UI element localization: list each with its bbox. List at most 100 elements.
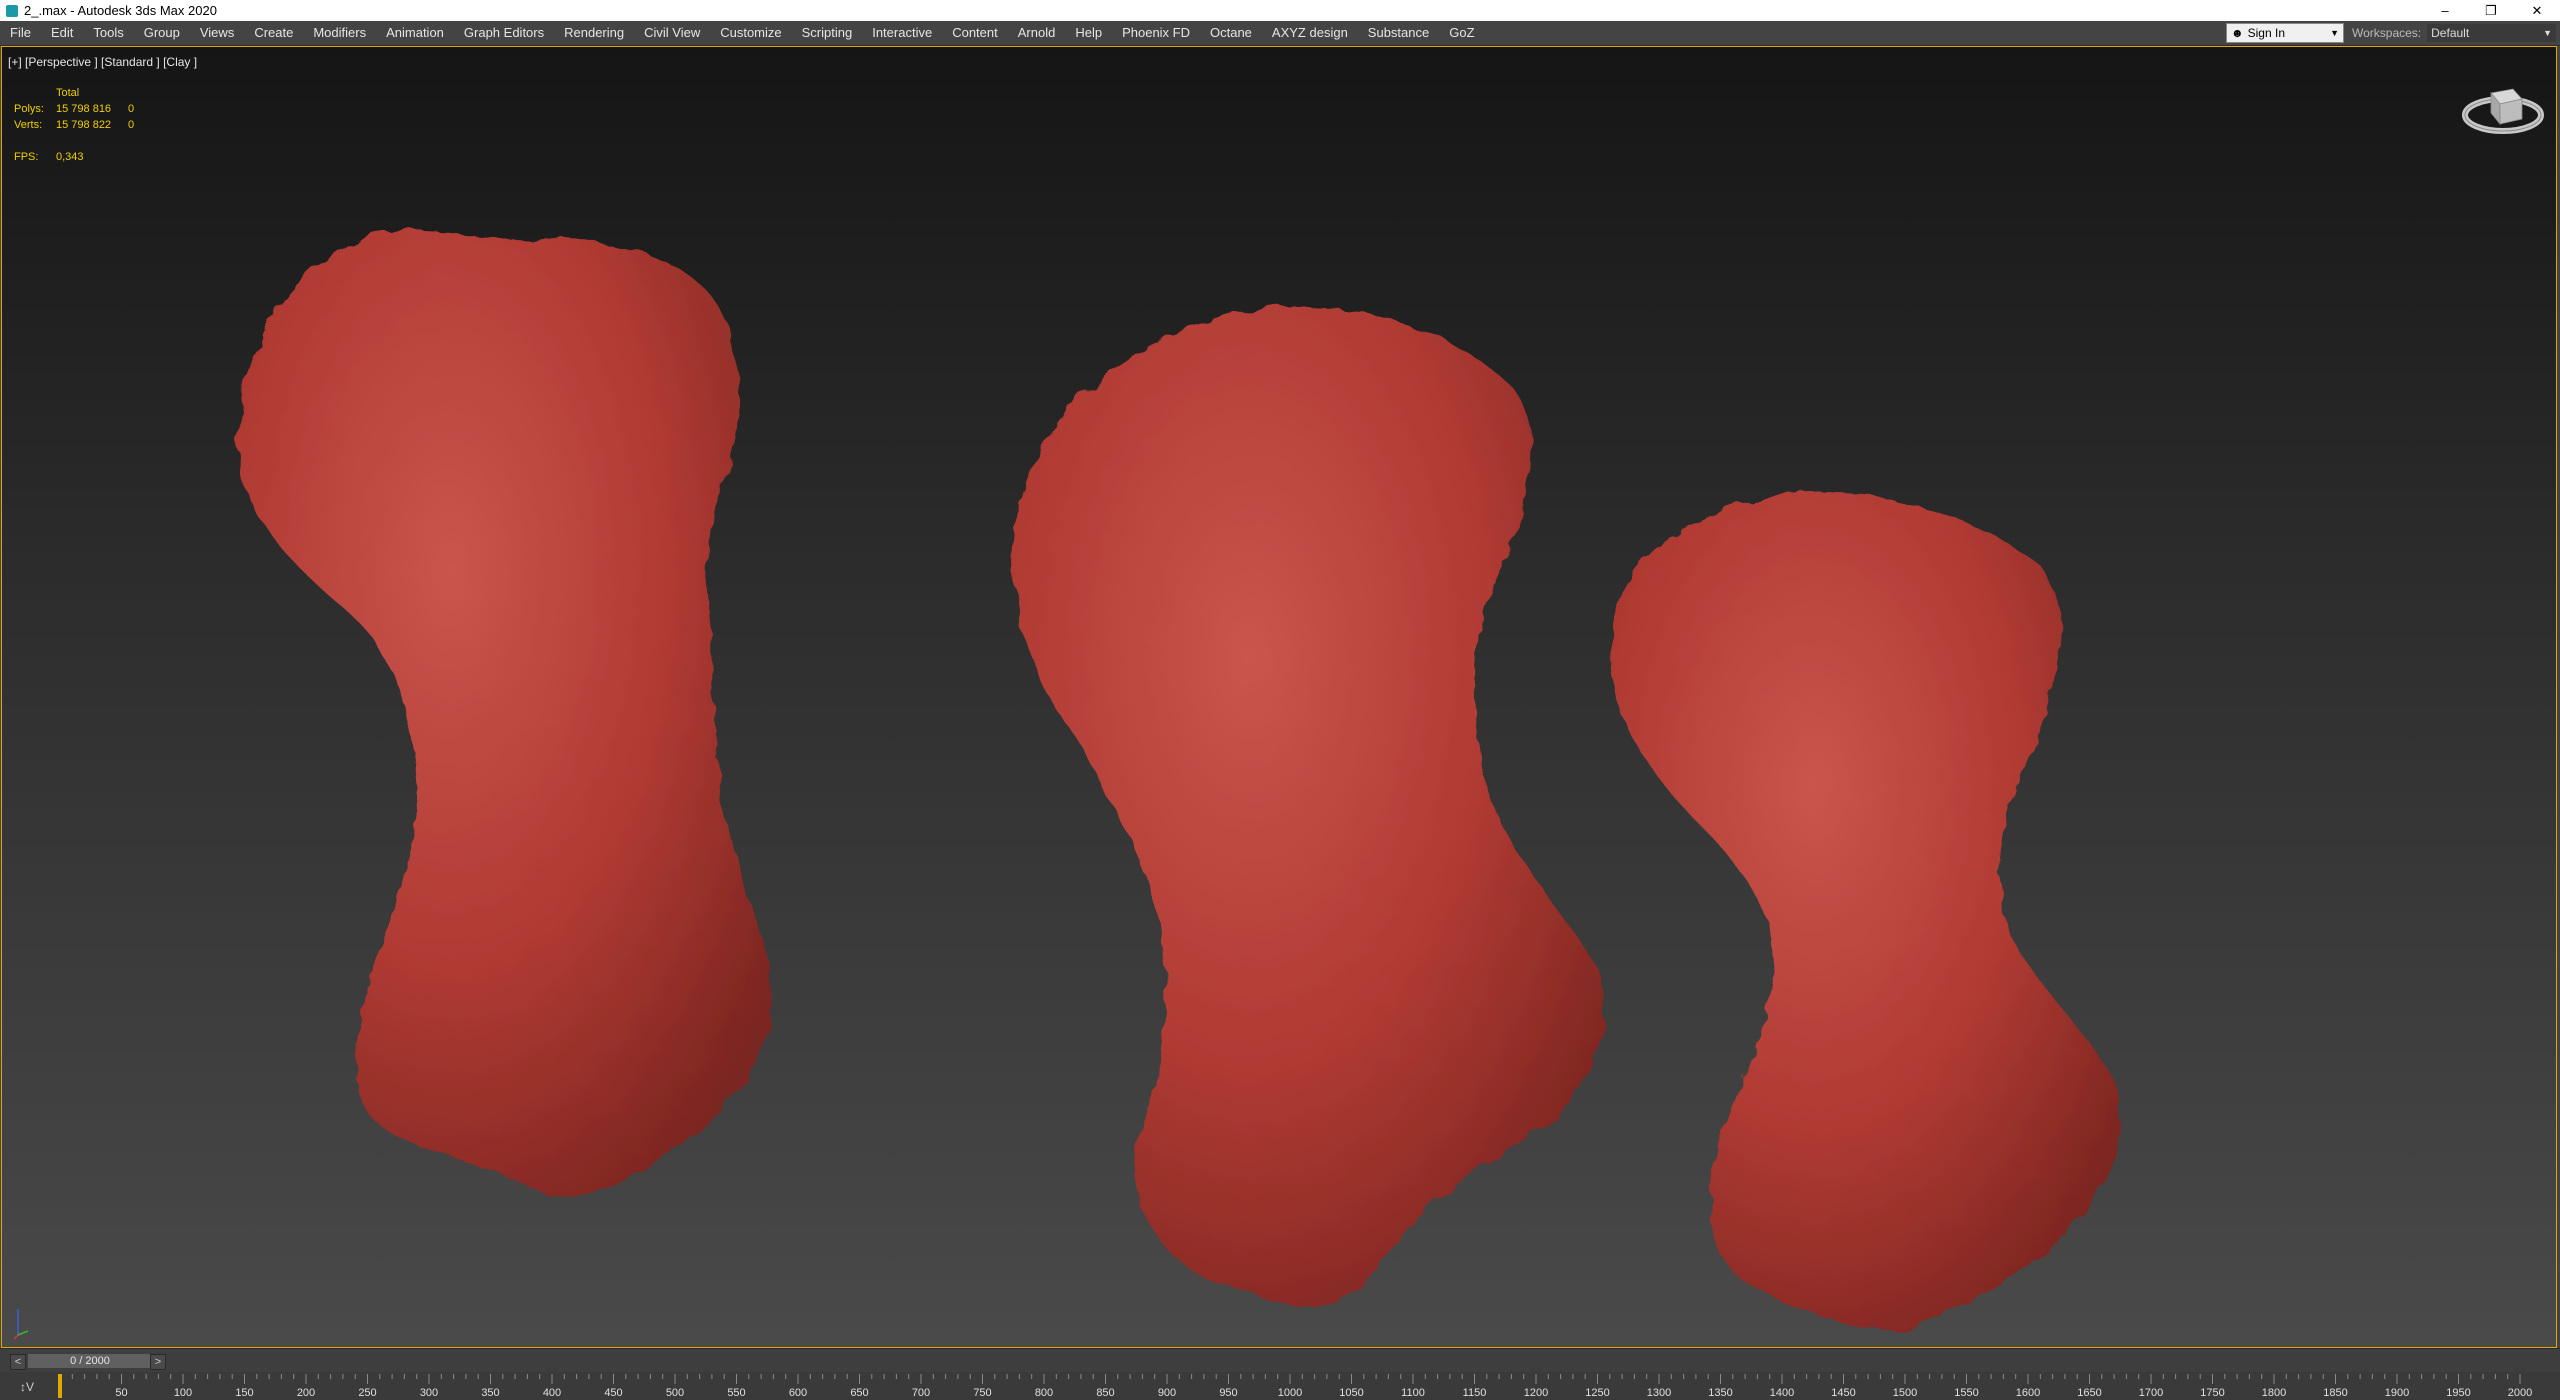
ruler-tick-label: 1700: [2139, 1387, 2163, 1399]
ruler-tick-label: 950: [1219, 1387, 1237, 1399]
viewport-label[interactable]: [+] [Perspective ] [Standard ] [Clay ]: [8, 55, 197, 69]
ruler-tick-label: 650: [850, 1387, 868, 1399]
menu-octane[interactable]: Octane: [1200, 21, 1262, 45]
app-logo-icon: [6, 4, 18, 17]
time-slider[interactable]: < 0 / 2000 >: [0, 1348, 2560, 1373]
workspaces-selector: Workspaces: Default ▼: [2352, 23, 2556, 43]
viewcube-icon[interactable]: [2460, 79, 2546, 139]
ruler-tick-label: 850: [1096, 1387, 1114, 1399]
ruler-tick-label: 1450: [1831, 1387, 1855, 1399]
ruler-tick-label: 1900: [2385, 1387, 2409, 1399]
verts-label: Verts:: [14, 119, 43, 131]
ruler-tick-label: 50: [115, 1387, 127, 1399]
polys-total: 15 798 816: [56, 103, 112, 115]
polys-label: Polys:: [14, 103, 44, 115]
menu-rendering[interactable]: Rendering: [554, 21, 634, 45]
menu-create[interactable]: Create: [244, 21, 303, 45]
ruler-tick-label: 1250: [1585, 1387, 1609, 1399]
polys-selected: 0: [128, 103, 135, 115]
menu-modifiers[interactable]: Modifiers: [303, 21, 376, 45]
fps-label: FPS:: [14, 151, 39, 163]
ruler-tick-label: 1200: [1524, 1387, 1548, 1399]
restore-button[interactable]: ❐: [2468, 0, 2514, 21]
minimize-button[interactable]: –: [2422, 0, 2468, 21]
menu-customize[interactable]: Customize: [710, 21, 791, 45]
ruler-tick-label: 1950: [2446, 1387, 2470, 1399]
ruler-tick-label: 800: [1035, 1387, 1053, 1399]
workspaces-dropdown[interactable]: Default ▼: [2427, 24, 2556, 42]
menu-phoenix-fd[interactable]: Phoenix FD: [1112, 21, 1200, 45]
perspective-viewport[interactable]: [+] [Perspective ] [Standard ] [Clay ] T…: [1, 46, 2557, 1348]
menu-content[interactable]: Content: [942, 21, 1008, 45]
chevron-down-icon: ▼: [2330, 28, 2339, 38]
ruler-tick-label: 1750: [2200, 1387, 2224, 1399]
ruler-tick-label: 1850: [2323, 1387, 2347, 1399]
time-slider-thumb[interactable]: 0 / 2000: [28, 1354, 152, 1368]
ruler-tick-label: 500: [666, 1387, 684, 1399]
menu-civil-view[interactable]: Civil View: [634, 21, 710, 45]
verts-selected: 0: [128, 119, 135, 131]
sign-in-dropdown[interactable]: ☻ Sign In ▼: [2226, 23, 2344, 43]
ruler-tick-label: 1050: [1339, 1387, 1363, 1399]
menu-substance[interactable]: Substance: [1358, 21, 1439, 45]
ruler-tick-label: 750: [973, 1387, 991, 1399]
scene-objects: [236, 230, 2120, 1330]
ruler-tick-label: 1350: [1708, 1387, 1732, 1399]
ruler-tick-label: 250: [358, 1387, 376, 1399]
menu-goz[interactable]: GoZ: [1439, 21, 1484, 45]
track-bar[interactable]: ↕V 50 100 150 200 250 300 350 400 450 500 550 600 65…: [0, 1372, 2560, 1400]
ruler-tick-label: 1650: [2077, 1387, 2101, 1399]
menu-tools[interactable]: Tools: [83, 21, 133, 45]
axis-tripod-icon: [13, 1309, 29, 1340]
ruler-tick-label: 1600: [2016, 1387, 2040, 1399]
window-title: 2_.max - Autodesk 3ds Max 2020: [24, 3, 217, 18]
frame-ruler: 50 100 150 200 250 300 350 400 450 500 550 600 650 70…: [58, 1374, 2532, 1399]
ruler-tick-label: 1100: [1401, 1387, 1425, 1399]
window-controls: – ❐ ✕: [2422, 0, 2560, 21]
rock-mesh-middle[interactable]: [1013, 306, 1604, 1307]
menu-interactive[interactable]: Interactive: [862, 21, 942, 45]
ruler-tick-label: 300: [420, 1387, 438, 1399]
menu-arnold[interactable]: Arnold: [1008, 21, 1066, 45]
menu-views[interactable]: Views: [190, 21, 244, 45]
ruler-tick-label: 700: [912, 1387, 930, 1399]
user-icon: ☻: [2231, 26, 2244, 40]
ruler-tick-label: 400: [543, 1387, 561, 1399]
ruler-tick-label: 1550: [1954, 1387, 1978, 1399]
verts-total: 15 798 822: [56, 119, 112, 131]
ruler-tick-label: 1300: [1647, 1387, 1671, 1399]
menu-scripting[interactable]: Scripting: [792, 21, 863, 45]
chevron-down-icon: ▼: [2543, 28, 2552, 38]
menu-edit[interactable]: Edit: [41, 21, 83, 45]
ruler-tick-label: 350: [481, 1387, 499, 1399]
menu-file[interactable]: File: [0, 21, 41, 45]
ruler-tick-label: 550: [727, 1387, 745, 1399]
ruler-tick-label: 1000: [1278, 1387, 1302, 1399]
ruler-tick-label: 1400: [1770, 1387, 1794, 1399]
menu-help[interactable]: Help: [1065, 21, 1112, 45]
ruler-tick-label: 450: [604, 1387, 622, 1399]
next-frame-button[interactable]: >: [150, 1354, 166, 1370]
stats-overlay: Total Polys: 15 798 816 0 Verts: 15 798 …: [14, 85, 134, 165]
rock-mesh-right[interactable]: [1610, 492, 2120, 1330]
menu-axyz-design[interactable]: AXYZ design: [1262, 21, 1358, 45]
menu-graph-editors[interactable]: Graph Editors: [454, 21, 554, 45]
ruler-tick-label: 200: [297, 1387, 315, 1399]
workspaces-value: Default: [2431, 26, 2470, 40]
prev-frame-button[interactable]: <: [10, 1354, 26, 1370]
stats-total-header: Total: [56, 87, 80, 99]
ruler-tick-label: 1500: [1893, 1387, 1917, 1399]
close-button[interactable]: ✕: [2514, 0, 2560, 21]
workspaces-label: Workspaces:: [2352, 26, 2422, 40]
ruler-tick-label: 2000: [2508, 1387, 2532, 1399]
ruler-tick-label: 150: [235, 1387, 253, 1399]
menu-group[interactable]: Group: [134, 21, 190, 45]
sign-in-label: Sign In: [2247, 26, 2285, 40]
rock-mesh-left[interactable]: [236, 230, 772, 1199]
menu-bar: File Edit Tools Group Views Create Modif…: [0, 21, 2560, 46]
ruler-tick-label: 100: [174, 1387, 192, 1399]
ruler-tick-label: 1150: [1463, 1387, 1487, 1399]
menu-animation[interactable]: Animation: [376, 21, 454, 45]
current-frame-marker[interactable]: [58, 1374, 62, 1398]
ruler-tick-label: 600: [789, 1387, 807, 1399]
